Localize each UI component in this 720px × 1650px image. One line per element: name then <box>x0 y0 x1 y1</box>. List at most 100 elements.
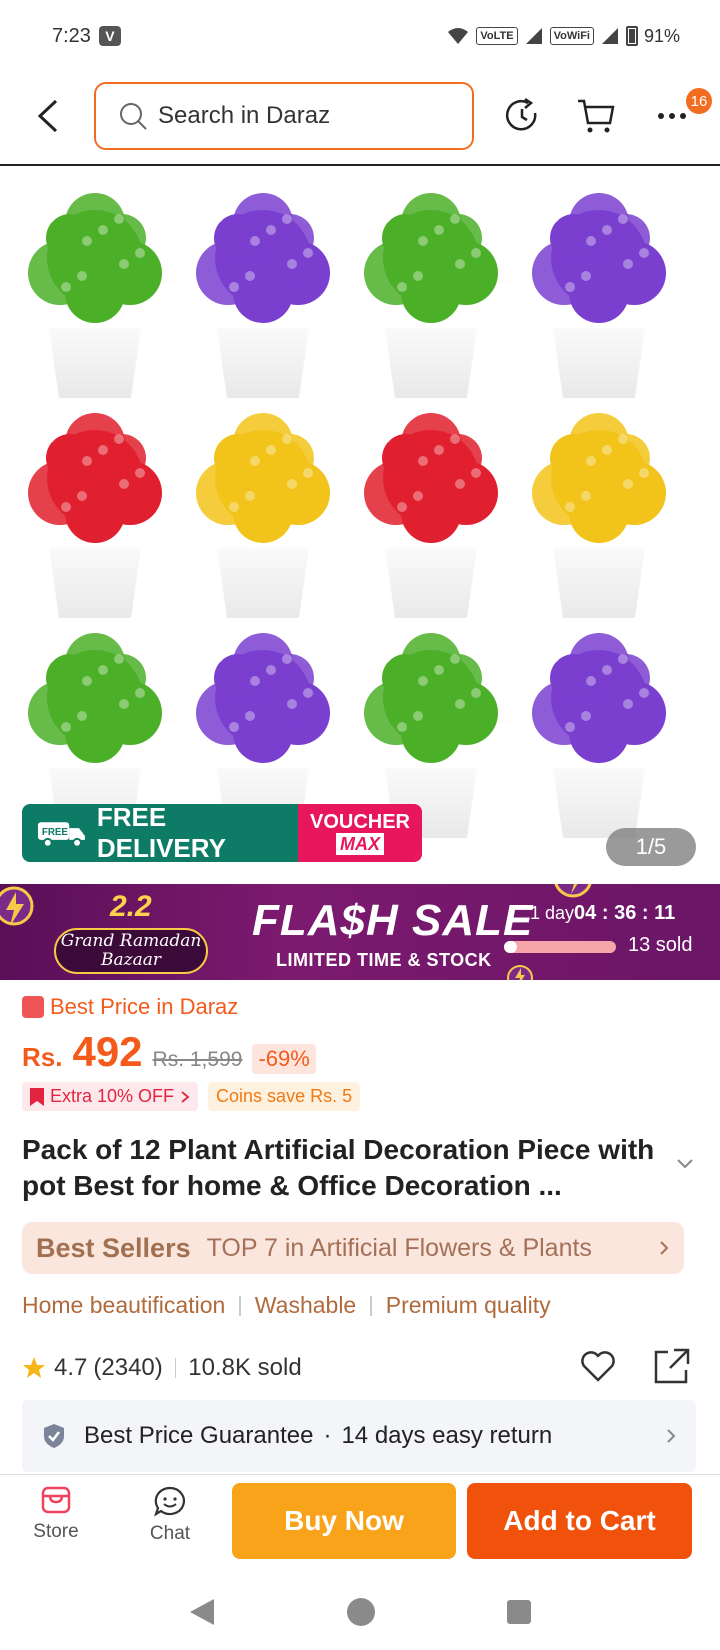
status-time: 7:23 <box>52 24 91 47</box>
plant-pot <box>178 408 348 618</box>
top-bar: Search in Daraz 16 <box>0 80 720 166</box>
nav-back-icon[interactable] <box>188 1597 216 1627</box>
foliage <box>532 193 666 323</box>
review-count[interactable]: (2340) <box>93 1354 162 1382</box>
flash-sold-count: 13 sold <box>628 934 693 956</box>
feature-tag: Premium quality <box>385 1292 551 1318</box>
current-price: 492 <box>72 1028 143 1075</box>
cart-icon <box>578 99 615 133</box>
back-button[interactable] <box>28 94 68 138</box>
wifi-icon <box>448 28 469 44</box>
voucher-max-label: VOUCHER MAX <box>298 804 422 862</box>
vowifi-chip: VoWiFi <box>549 27 594 45</box>
coins-text: Coins save Rs. 5 <box>216 1086 353 1106</box>
foliage <box>364 413 498 543</box>
price-currency: Rs. <box>22 1042 63 1072</box>
best-sellers-rank[interactable]: Best Sellers TOP 7 in Artificial Flowers… <box>22 1222 684 1274</box>
flash-sale-subtitle: LIMITED TIME & STOCK <box>276 950 492 970</box>
price-guarantee-text: Best Price Guarantee <box>84 1422 314 1449</box>
free-tag: FREE <box>42 827 69 838</box>
battery-icon <box>625 26 638 46</box>
easy-return-text: 14 days easy return <box>341 1422 553 1449</box>
signal-icon <box>525 28 542 44</box>
truck-icon: FREE <box>37 822 85 848</box>
status-icons: VoLTE VoWiFi 91% <box>446 26 680 47</box>
campaign-pill: Grand Ramadan Bazaar <box>54 928 208 974</box>
feature-tag: Washable <box>254 1292 357 1318</box>
foliage <box>28 413 162 543</box>
white-pot <box>385 548 477 618</box>
lightning-icon <box>0 886 34 926</box>
search-placeholder: Search in Daraz <box>158 102 331 129</box>
nav-home-icon[interactable] <box>346 1597 376 1627</box>
coupon-icon <box>30 1087 44 1106</box>
ramadan-bazaar-badge: 2.2 Grand Ramadan Bazaar <box>52 890 212 974</box>
chevron-down-icon[interactable] <box>676 1158 694 1170</box>
extra-off-text: Extra 10% OFF <box>50 1086 175 1106</box>
foliage <box>28 193 162 323</box>
best-sellers-brand: Best Sellers <box>36 1232 191 1263</box>
buy-now-button[interactable]: Buy Now <box>232 1483 456 1559</box>
campaign-line2: Bazaar <box>101 950 161 970</box>
foliage <box>364 193 498 323</box>
nav-recents-icon[interactable] <box>506 1599 532 1625</box>
heart-icon[interactable] <box>578 1346 618 1386</box>
voucher-text: VOUCHER <box>309 811 410 833</box>
store-label: Store <box>33 1521 79 1542</box>
white-pot <box>217 548 309 618</box>
free-delivery-label: FREE FREE DELIVERY <box>22 804 298 862</box>
rating-row: 4.7 (2340) 10.8K sold <box>22 1346 698 1390</box>
timer-clock: 04 : 36 : 11 <box>574 902 676 924</box>
timer-day: 1 day <box>530 903 575 923</box>
star-icon <box>23 1357 45 1378</box>
product-image-gallery[interactable]: FREE FREE DELIVERY VOUCHER MAX 1/5 <box>0 168 720 884</box>
chat-icon <box>154 1486 186 1517</box>
more-dots-icon <box>658 113 686 119</box>
chevron-right-icon <box>667 1429 676 1443</box>
add-to-cart-button[interactable]: Add to Cart <box>467 1483 692 1559</box>
share-icon[interactable] <box>652 1346 692 1386</box>
product-title[interactable]: Pack of 12 Plant Artificial Decoration P… <box>22 1132 662 1204</box>
refresh-icon <box>505 97 537 131</box>
guarantee-row[interactable]: Best Price Guarantee · 14 days easy retu… <box>22 1400 696 1472</box>
flash-sale-banner[interactable]: 2.2 Grand Ramadan Bazaar FLA$H SALE LIMI… <box>0 884 720 980</box>
free-delivery-text: FREE DELIVERY <box>96 804 226 862</box>
rating-value[interactable]: 4.7 <box>54 1354 87 1382</box>
best-price-label: Best Price in Daraz <box>22 994 702 1020</box>
image-counter: 1/5 <box>606 828 696 866</box>
store-icon <box>41 1486 71 1514</box>
foliage <box>196 633 330 763</box>
bottom-action-bar: Store Chat Buy Now Add to Cart <box>0 1474 720 1574</box>
white-pot <box>553 328 645 398</box>
white-pot <box>553 548 645 618</box>
search-input[interactable]: Search in Daraz <box>94 82 474 150</box>
divider <box>370 1295 372 1316</box>
price-section: Best Price in Daraz Rs. 492 Rs. 1,599 -6… <box>22 994 702 1111</box>
feature-tag: Home beautification <box>22 1292 226 1318</box>
chevron-right-icon <box>660 1241 669 1255</box>
divider <box>239 1295 241 1316</box>
battery-level: 91% <box>643 25 680 46</box>
carrier-badge: V <box>98 26 121 46</box>
plant-pot <box>10 188 180 398</box>
shield-check-icon <box>44 1424 64 1448</box>
divider <box>174 1358 177 1378</box>
status-time-group: 7:23 V <box>52 25 121 48</box>
extra-off-chip[interactable]: Extra 10% OFF <box>22 1082 199 1111</box>
foliage <box>28 633 162 763</box>
original-price: Rs. 1,599 <box>152 1048 243 1071</box>
history-button[interactable] <box>500 94 544 138</box>
best-sellers-text: TOP 7 in Artificial Flowers & Plants <box>206 1233 592 1262</box>
white-pot <box>217 328 309 398</box>
best-price-text: Best Price in Daraz <box>50 994 239 1019</box>
campaign-line1: Grand Ramadan <box>60 931 202 951</box>
foliage <box>364 633 498 763</box>
alarm-clock-icon <box>554 884 592 898</box>
flash-sale-title: FLA$H SALE <box>252 896 534 945</box>
white-pot <box>49 548 141 618</box>
cart-button[interactable] <box>574 94 618 138</box>
store-button[interactable]: Store <box>16 1485 96 1543</box>
chat-button[interactable]: Chat <box>130 1485 210 1545</box>
price-tag-icon <box>22 996 44 1018</box>
chat-label: Chat <box>149 1523 191 1544</box>
